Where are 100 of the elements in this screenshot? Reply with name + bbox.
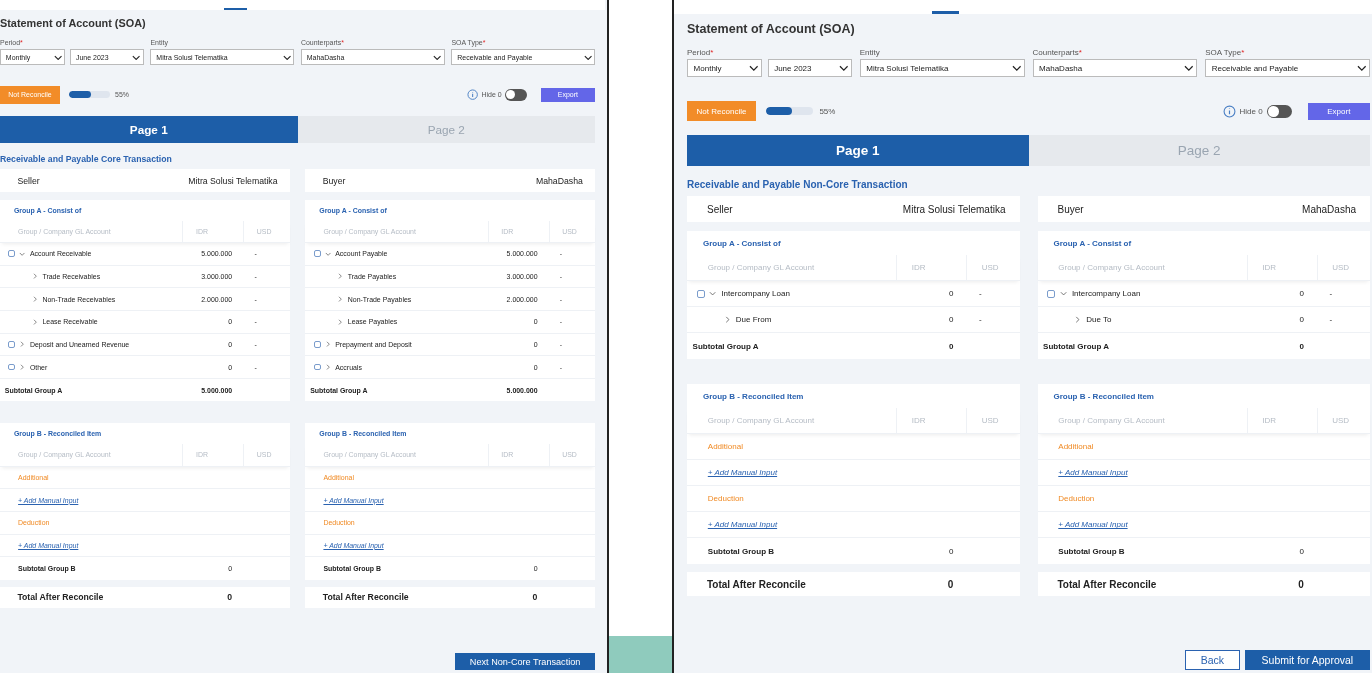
- category-label: Deduction: [1058, 494, 1095, 504]
- category-label: Additional: [707, 442, 743, 452]
- column-header: USD: [966, 255, 1020, 281]
- chevron-right-icon[interactable]: [32, 273, 39, 280]
- idr-amount: 0: [1298, 289, 1305, 299]
- total-label: Total After Reconcile: [706, 578, 807, 590]
- column-header: Group / Company GL Account: [706, 262, 816, 275]
- filter-label: Counterparts: [1032, 47, 1079, 57]
- party-role: Seller: [707, 203, 733, 215]
- total-label: Total After Reconcile: [321, 592, 410, 603]
- row-checkbox[interactable]: [8, 363, 16, 371]
- column-header: IDR: [1246, 255, 1317, 281]
- row-checkbox[interactable]: [313, 340, 321, 348]
- chevron-right-icon[interactable]: [324, 363, 332, 371]
- info-icon: [467, 89, 479, 101]
- party-role: Seller: [17, 175, 40, 186]
- group-title: Group B - Reconciled Item: [1053, 391, 1154, 401]
- primary-button[interactable]: Submit for Approval: [1244, 650, 1370, 670]
- toggle-switch[interactable]: [1266, 104, 1292, 118]
- row-checkbox[interactable]: [8, 340, 16, 348]
- row-checkbox[interactable]: [1047, 289, 1056, 298]
- idr-amount: 0: [948, 315, 955, 325]
- dropdown-select[interactable]: Receivable and Payable: [1205, 58, 1370, 78]
- primary-button[interactable]: Next Non-Core Transaction: [455, 653, 595, 671]
- chevron-down-icon: [53, 54, 62, 61]
- subtotal-label: Subtotal Group A: [691, 341, 760, 351]
- total-amount: 0: [1297, 578, 1305, 590]
- subtotal-amount: 0: [948, 341, 955, 351]
- chevron-right-icon[interactable]: [337, 273, 344, 280]
- chevron-right-icon[interactable]: [32, 296, 39, 303]
- add-manual-input-link[interactable]: + Add Manual Input: [707, 520, 778, 530]
- party-name: MahaDasha: [1302, 203, 1356, 215]
- chevron-down-icon: [1357, 64, 1367, 72]
- row-checkbox[interactable]: [8, 250, 16, 258]
- account-name: Intercompany Loan: [721, 289, 790, 299]
- usd-amount: -: [978, 315, 983, 325]
- party-name: Mitra Solusi Telematika: [188, 175, 278, 186]
- background-panel: [609, 636, 672, 673]
- party-role: Buyer: [322, 175, 346, 186]
- section-title: Receivable and Payable Non-Core Transaction: [687, 179, 909, 191]
- chevron-down-icon[interactable]: [709, 290, 717, 298]
- chevron-down-icon[interactable]: [324, 250, 332, 258]
- column-header: USD: [1316, 408, 1370, 434]
- column-header: IDR: [1246, 408, 1317, 434]
- status-badge: Not Reconcile: [687, 101, 756, 122]
- total-label: Total After Reconcile: [16, 592, 105, 603]
- required-mark: *: [1241, 47, 1245, 57]
- chevron-right-icon[interactable]: [723, 316, 731, 324]
- total-amount: 0: [531, 592, 539, 603]
- account-name: Intercompany Loan: [1071, 289, 1141, 299]
- category-label: Additional: [1058, 442, 1094, 452]
- chevron-right-icon[interactable]: [337, 318, 344, 325]
- subtotal-label: Subtotal Group B: [1057, 546, 1126, 556]
- party-name: Mitra Solusi Telematika: [902, 203, 1006, 215]
- chevron-right-icon[interactable]: [324, 341, 332, 348]
- subtotal-amount: 0: [1298, 341, 1305, 351]
- dropdown-select[interactable]: Monthly: [687, 58, 762, 78]
- chevron-right-icon[interactable]: [19, 341, 26, 348]
- account-name: Due From: [735, 315, 772, 325]
- filter-label: Entity: [859, 47, 880, 57]
- page-tab[interactable]: Page 1: [0, 115, 298, 143]
- idr-amount: 0: [1298, 315, 1305, 325]
- chevron-down-icon[interactable]: [1059, 290, 1068, 298]
- subtotal-label: Subtotal Group B: [706, 546, 775, 556]
- group-title: Group A - Consist of: [703, 238, 781, 248]
- add-manual-input-link[interactable]: + Add Manual Input: [707, 468, 778, 478]
- column-header: Group / Company GL Account: [706, 415, 816, 428]
- subtotal-amount: 0: [1298, 546, 1305, 556]
- chevron-right-icon[interactable]: [32, 318, 39, 325]
- chevron-down-icon: [748, 64, 759, 72]
- category-label: Deduction: [707, 494, 744, 504]
- row-checkbox[interactable]: [313, 363, 321, 371]
- chevron-down-icon: [282, 54, 291, 61]
- secondary-button[interactable]: Back: [1185, 650, 1240, 670]
- dropdown-select[interactable]: Mitra Solusi Telematika: [859, 58, 1025, 78]
- chevron-down-icon: [583, 54, 592, 61]
- row-checkbox[interactable]: [696, 289, 705, 298]
- chevron-right-icon[interactable]: [19, 363, 26, 371]
- total-amount: 0: [226, 592, 233, 603]
- chevron-down-icon: [433, 54, 442, 61]
- page-tab[interactable]: Page 1: [687, 135, 1029, 167]
- account-name: Due To: [1086, 315, 1112, 325]
- chevron-down-icon: [838, 64, 849, 72]
- column-header: IDR: [896, 408, 967, 434]
- chevron-down-icon: [1184, 64, 1194, 72]
- nav-tab-indicator: [224, 7, 248, 11]
- dropdown-select[interactable]: MahaDasha: [1032, 58, 1198, 78]
- dropdown-select[interactable]: June 2023: [767, 58, 852, 78]
- column-header: Group / Company GL Account: [1057, 262, 1166, 275]
- nav-tab-indicator: [932, 11, 960, 14]
- add-manual-input-link[interactable]: + Add Manual Input: [1058, 520, 1128, 530]
- add-manual-input-link[interactable]: + Add Manual Input: [1058, 468, 1128, 478]
- row-checkbox[interactable]: [313, 250, 321, 258]
- total-amount: 0: [946, 578, 955, 590]
- party-role: Buyer: [1057, 203, 1084, 215]
- chevron-down-icon[interactable]: [19, 250, 26, 258]
- chevron-right-icon[interactable]: [1074, 316, 1082, 324]
- toggle-switch[interactable]: [505, 89, 527, 101]
- chevron-right-icon[interactable]: [337, 296, 344, 303]
- export-button[interactable]: Export: [1307, 102, 1370, 120]
